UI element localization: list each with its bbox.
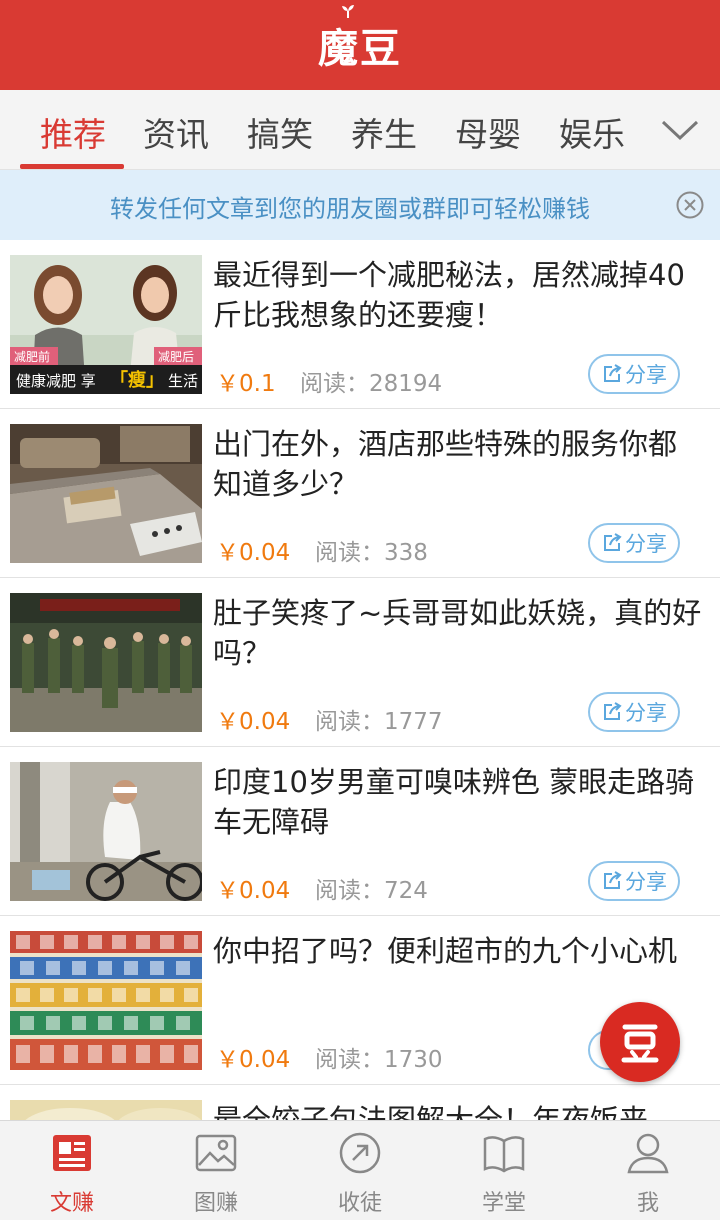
nav-item-apprentice[interactable]: 收徒 bbox=[288, 1121, 432, 1220]
close-icon[interactable] bbox=[675, 190, 705, 220]
article-read-count: 阅读：1730 bbox=[315, 1047, 443, 1073]
share-icon bbox=[604, 533, 622, 551]
nav-item-article-earn[interactable]: 文赚 bbox=[0, 1121, 144, 1220]
bottom-navigation: 文赚 图赚 收徒 学堂 我 bbox=[0, 1120, 720, 1220]
share-label: 分享 bbox=[625, 701, 667, 725]
share-icon bbox=[604, 364, 622, 382]
notice-text: 转发任何文章到您的朋友圈或群即可轻松赚钱 bbox=[110, 195, 590, 223]
tab-recommend[interactable]: 推荐 bbox=[40, 108, 106, 156]
article-title[interactable]: 最近得到一个减肥秘法，居然减掉40斤比我想象的还要瘦！ bbox=[213, 255, 703, 335]
article-title[interactable]: 出门在外，酒店那些特殊的服务你都知道多少？ bbox=[213, 424, 703, 504]
share-button[interactable]: 分享 bbox=[588, 523, 680, 563]
arrow-circle-icon bbox=[339, 1132, 381, 1174]
nav-item-academy[interactable]: 学堂 bbox=[432, 1121, 576, 1220]
share-icon bbox=[604, 702, 622, 720]
share-label: 分享 bbox=[625, 532, 667, 556]
article-read-count: 阅读：1777 bbox=[315, 709, 443, 735]
nav-label: 我 bbox=[636, 1191, 659, 1216]
share-label: 分享 bbox=[625, 363, 667, 387]
chevron-down-icon bbox=[661, 120, 699, 141]
article-thumbnail bbox=[10, 762, 202, 901]
category-tabs: 推荐 资讯 搞笑 养生 母婴 娱乐 bbox=[0, 90, 720, 170]
article-icon bbox=[53, 1135, 91, 1171]
article-read-count: 阅读：28194 bbox=[300, 371, 443, 397]
article-item[interactable]: 减肥前 减肥后 健康减肥 享 「瘦」 生活 最近得到一个减肥秘法，居然减掉40斤… bbox=[0, 240, 720, 409]
tab-baby[interactable]: 母婴 bbox=[455, 108, 521, 156]
dou-logo-icon bbox=[621, 1024, 659, 1063]
share-button[interactable]: 分享 bbox=[588, 861, 680, 901]
nav-label: 收徒 bbox=[337, 1191, 382, 1216]
tab-funny[interactable]: 搞笑 bbox=[247, 108, 313, 156]
article-item[interactable]: 出门在外，酒店那些特殊的服务你都知道多少？ ￥0.04 阅读：338 分享 bbox=[0, 409, 720, 578]
article-title[interactable]: 印度10岁男童可嗅味辨色 蒙眼走路骑车无障碍 bbox=[213, 762, 703, 842]
thumb-after-label: 减肥后 bbox=[158, 350, 194, 364]
more-tabs-button[interactable] bbox=[640, 100, 720, 160]
floating-dou-button[interactable] bbox=[600, 1002, 680, 1082]
app-logo: 魔豆 bbox=[318, 5, 402, 74]
share-button[interactable]: 分享 bbox=[588, 354, 680, 394]
article-reward: ￥0.04 bbox=[216, 1047, 291, 1073]
thumb-before-label: 减肥前 bbox=[14, 349, 50, 364]
article-reward: ￥0.04 bbox=[216, 878, 291, 904]
thumb-banner-highlight: 「瘦」 bbox=[110, 369, 164, 391]
article-thumbnail bbox=[10, 593, 202, 732]
active-tab-indicator bbox=[20, 164, 124, 169]
article-item[interactable]: 肚子笑疼了~兵哥哥如此妖娆，真的好吗？ ￥0.04 阅读：1777 分享 bbox=[0, 578, 720, 747]
tab-health[interactable]: 养生 bbox=[351, 108, 417, 156]
article-read-count: 阅读：724 bbox=[315, 878, 428, 904]
tab-news[interactable]: 资讯 bbox=[143, 108, 209, 156]
article-item[interactable]: 印度10岁男童可嗅味辨色 蒙眼走路骑车无障碍 ￥0.04 阅读：724 分享 bbox=[0, 747, 720, 916]
notice-banner[interactable]: 转发任何文章到您的朋友圈或群即可轻松赚钱 bbox=[0, 170, 720, 240]
logo-text: 魔豆 bbox=[318, 26, 402, 72]
nav-label: 图赚 bbox=[193, 1191, 238, 1216]
article-reward: ￥0.04 bbox=[216, 709, 291, 735]
share-button[interactable]: 分享 bbox=[588, 692, 680, 732]
image-icon bbox=[195, 1134, 237, 1172]
nav-label: 文赚 bbox=[49, 1191, 94, 1216]
article-thumbnail bbox=[10, 931, 202, 1070]
nav-item-me[interactable]: 我 bbox=[576, 1121, 720, 1220]
book-icon bbox=[483, 1136, 525, 1173]
tab-entertainment[interactable]: 娱乐 bbox=[559, 108, 625, 156]
article-read-count: 阅读：338 bbox=[315, 540, 428, 566]
thumb-banner-text: 健康减肥 享 bbox=[16, 372, 96, 390]
thumb-banner-tail: 生活 bbox=[168, 372, 198, 390]
sprout-icon bbox=[342, 5, 354, 18]
person-icon bbox=[627, 1133, 669, 1174]
article-thumbnail bbox=[10, 424, 202, 563]
article-thumbnail: 减肥前 减肥后 健康减肥 享 「瘦」 生活 bbox=[10, 255, 202, 394]
article-reward: ￥0.1 bbox=[216, 371, 276, 397]
article-title[interactable]: 你中招了吗？便利超市的九个小心机 bbox=[213, 931, 703, 971]
share-icon bbox=[604, 871, 622, 889]
nav-label: 学堂 bbox=[481, 1191, 526, 1216]
share-label: 分享 bbox=[625, 870, 667, 894]
nav-item-image-earn[interactable]: 图赚 bbox=[144, 1121, 288, 1220]
app-header: 魔豆 bbox=[0, 0, 720, 90]
article-title[interactable]: 肚子笑疼了~兵哥哥如此妖娆，真的好吗？ bbox=[213, 593, 703, 673]
article-reward: ￥0.04 bbox=[216, 540, 291, 566]
